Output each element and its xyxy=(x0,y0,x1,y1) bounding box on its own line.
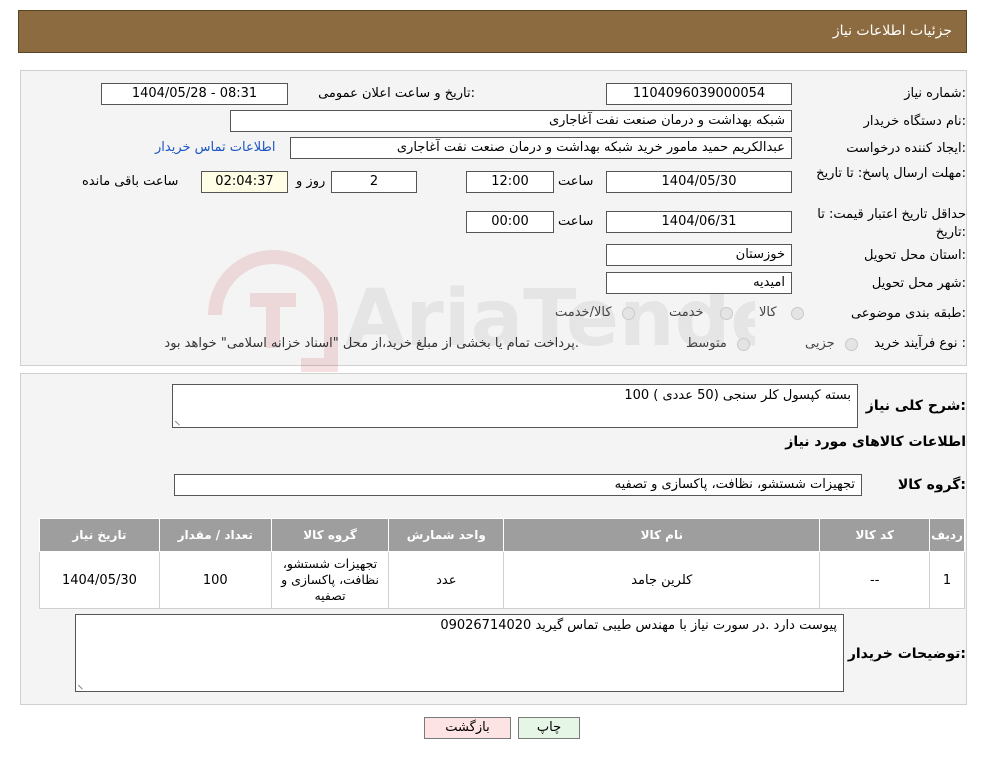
category-option-goods-service: کالا/خدمت xyxy=(555,305,612,320)
city-field: امیدیه xyxy=(606,272,792,294)
category-radio-goods-service[interactable] xyxy=(622,307,635,320)
announce-label: تاریخ و ساعت اعلان عمومی: xyxy=(318,86,475,101)
cell-row-number: 1 xyxy=(929,551,965,609)
deadline-time-field: 12:00 xyxy=(466,171,554,193)
cell-need-date: 1404/05/30 xyxy=(39,551,160,609)
summary-text: 100 بسته کپسول کلر سنجی (50 عددی ) xyxy=(624,388,851,403)
buyer-label: نام دستگاه خریدار: xyxy=(863,114,966,129)
summary-label: شرح کلی نیاز: xyxy=(865,398,966,414)
cell-goods-group: تجهیزات شستشو، نظافت، پاکسازی و تصفیه xyxy=(270,551,390,609)
goods-group-field: تجهیزات شستشو، نظافت، پاکسازی و تصفیه xyxy=(174,474,862,496)
table-row: 1404/05/30 100 تجهیزات شستشو، نظافت، پاک… xyxy=(39,551,965,609)
resize-handle-icon[interactable] xyxy=(174,416,185,426)
cell-quantity: 100 xyxy=(158,551,272,609)
cell-unit: عدد xyxy=(388,551,505,609)
goods-section-title: اطلاعات کالاهای مورد نیاز xyxy=(785,434,966,450)
category-radio-goods[interactable] xyxy=(791,307,804,320)
days-remaining-field: 2 xyxy=(331,171,417,193)
category-option-goods: کالا xyxy=(759,305,777,320)
notes-textarea[interactable]: پیوست دارد .در سورت نیاز با مهندس طیبی ت… xyxy=(75,614,844,692)
category-option-service: خدمت xyxy=(669,305,704,320)
page-header: جزئیات اطلاعات نیاز xyxy=(18,10,967,53)
deadline-hour-label: ساعت xyxy=(558,174,594,189)
remaining-label: ساعت باقی مانده xyxy=(82,174,179,189)
col-row: ردیف xyxy=(929,518,965,552)
deadline-date-field: 1404/05/30 xyxy=(606,171,792,193)
notes-text: پیوست دارد .در سورت نیاز با مهندس طیبی ت… xyxy=(440,618,837,633)
province-label: استان محل تحویل: xyxy=(864,248,966,263)
validity-date-field: 1404/06/31 xyxy=(606,211,792,233)
need-number-label: شماره نیاز: xyxy=(904,86,966,101)
buyer-contact-link[interactable]: اطلاعات تماس خریدار xyxy=(155,140,275,155)
notes-label: توضیحات خریدار: xyxy=(847,646,966,662)
process-label: نوع فرآیند خرید : xyxy=(874,336,966,351)
resize-handle-icon[interactable] xyxy=(77,680,88,690)
process-option-minor: جزیی xyxy=(805,336,835,351)
col-quantity: تعداد / مقدار xyxy=(158,518,272,552)
province-field: خوزستان xyxy=(606,244,792,266)
table-header-row: تاریخ نیاز تعداد / مقدار گروه کالا واحد … xyxy=(39,518,965,552)
print-button[interactable]: چاپ xyxy=(518,717,580,739)
cell-goods-name: کلرین جامد xyxy=(503,551,821,609)
validity-hour-label: ساعت xyxy=(558,214,594,229)
col-unit: واحد شمارش xyxy=(388,518,505,552)
validity-time-field: 00:00 xyxy=(466,211,554,233)
category-radio-service[interactable] xyxy=(720,307,733,320)
col-need-date: تاریخ نیاز xyxy=(39,518,160,552)
deadline-label: مهلت ارسال پاسخ: تا تاریخ: xyxy=(816,166,966,181)
creator-label: ایجاد کننده درخواست: xyxy=(846,141,966,156)
cell-goods-code: -- xyxy=(819,551,931,609)
col-goods-group: گروه کالا xyxy=(270,518,390,552)
process-note: پرداخت تمام یا بخشی از مبلغ خرید،از محل … xyxy=(164,336,579,351)
col-goods-code: کد کالا xyxy=(819,518,931,552)
col-goods-name: نام کالا xyxy=(503,518,821,552)
need-number-field: 1104096039000054 xyxy=(606,83,792,105)
creator-field: عبدالکریم حمید مامور خرید شبکه بهداشت و … xyxy=(290,137,792,159)
announce-datetime-field: 1404/05/28 - 08:31 xyxy=(101,83,288,105)
back-button[interactable]: بازگشت xyxy=(424,717,511,739)
process-radio-minor[interactable] xyxy=(845,338,858,351)
goods-table: تاریخ نیاز تعداد / مقدار گروه کالا واحد … xyxy=(39,518,965,609)
process-option-medium: متوسط xyxy=(686,336,727,351)
process-radio-medium[interactable] xyxy=(737,338,750,351)
buyer-field: شبکه بهداشت و درمان صنعت نفت آغاجاری xyxy=(230,110,792,132)
day-and-label: روز و xyxy=(296,174,326,189)
category-label: طبقه بندی موضوعی: xyxy=(850,306,966,321)
page-title: جزئیات اطلاعات نیاز xyxy=(832,23,952,39)
validity-label: حداقل تاریخ اعتبار قیمت: تا تاریخ: xyxy=(817,207,966,240)
city-label: شهر محل تحویل: xyxy=(871,276,966,291)
goods-group-label: گروه کالا: xyxy=(897,477,966,493)
summary-textarea[interactable]: 100 بسته کپسول کلر سنجی (50 عددی ) xyxy=(172,384,858,428)
remaining-time-field: 02:04:37 xyxy=(201,171,288,193)
